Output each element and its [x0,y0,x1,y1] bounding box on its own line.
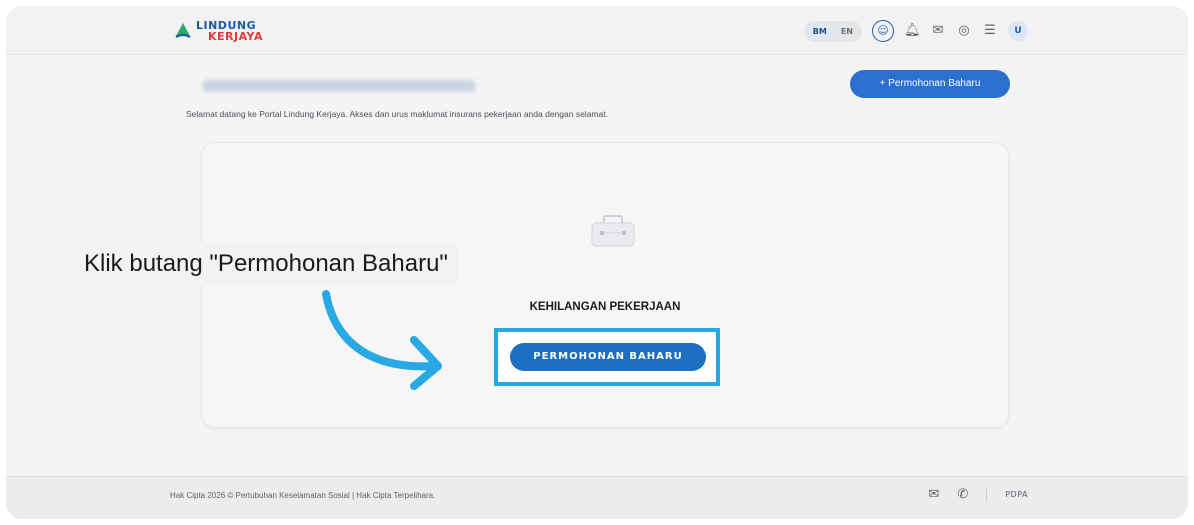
phone-icon[interactable]: ✆ [957,487,968,502]
lang-bm-button[interactable]: BM [805,22,834,40]
mail-icon[interactable]: ✉ [930,23,946,39]
lang-en-button[interactable]: EN [834,23,860,40]
menu-icon[interactable]: ☰ [982,23,998,39]
footer: Hak Cipta 2026 © Pertubuhan Keselamatan … [6,476,1188,519]
language-switcher: BM EN [803,20,862,42]
logo-icon [175,23,191,38]
welcome-text: Selamat datang ke Portal Lindung Kerjaya… [186,109,608,119]
header-actions: BM EN ☺ 🔔︎ ✉ ◎ ☰ U [803,20,1028,42]
palette-icon[interactable]: ◎ [956,23,972,39]
page-title-blurred [202,80,476,92]
copyright-text: Hak Cipta 2026 © Pertubuhan Keselamatan … [170,491,436,500]
cta-highlight: PERMOHONAN BAHARU [494,328,720,386]
instruction-callout: Klik butang "Permohonan Baharu" [74,242,458,286]
pointer-arrow-icon [322,290,442,390]
new-application-button-top[interactable]: + Permohonan Baharu [850,70,1010,98]
footer-actions: ✉ ✆ PDPA [928,487,1028,502]
logo-text-bottom: KERJAYA [208,30,263,43]
lindung-kerjaya-logo[interactable]: LINDUNG KERJAYA [174,16,263,46]
accessibility-icon[interactable]: ☺ [872,20,894,42]
mail-icon[interactable]: ✉ [928,487,939,502]
pdpa-link[interactable]: PDPA [1005,490,1028,499]
briefcase-icon [591,215,635,247]
user-avatar[interactable]: U [1008,21,1028,41]
bell-icon[interactable]: 🔔︎ [904,23,921,39]
app-window: LINDUNG KERJAYA BM EN ☺ 🔔︎ ✉ ◎ ☰ U Selam… [6,6,1188,519]
new-application-button[interactable]: PERMOHONAN BAHARU [510,343,706,371]
top-header: LINDUNG KERJAYA BM EN ☺ 🔔︎ ✉ ◎ ☰ U [6,6,1188,55]
footer-divider [986,488,988,501]
